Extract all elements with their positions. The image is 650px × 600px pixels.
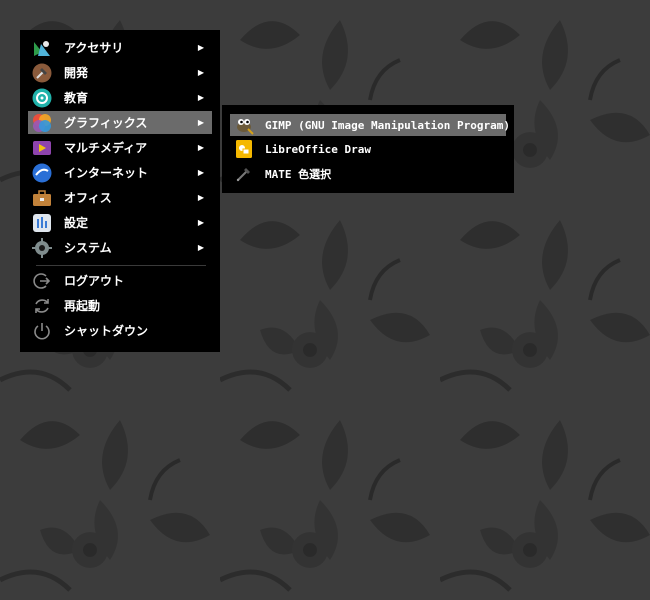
menu-item-label: シャットダウン	[64, 324, 149, 338]
menu-item-logout[interactable]: ログアウト	[28, 269, 212, 292]
graphics-submenu: GIMP (GNU Image Manipulation Program) Li…	[222, 105, 514, 193]
menu-item-label: オフィス	[64, 191, 112, 205]
menu-item-label: グラフィックス	[64, 116, 148, 130]
libreoffice-draw-icon	[234, 139, 254, 159]
submenu-arrow-icon: ▶	[197, 243, 205, 252]
submenu-item-label: MATE 色選択	[265, 168, 332, 181]
menu-item-internet[interactable]: インターネット ▶	[28, 161, 212, 184]
menu-item-label: アクセサリ	[64, 41, 124, 55]
applications-menu: アクセサリ ▶ 開発 ▶ 教育 ▶ グラフィックス ▶ マルチメディア ▶ イン	[20, 30, 220, 352]
menu-item-label: 開発	[64, 66, 89, 80]
office-icon	[32, 188, 52, 208]
menu-item-label: ログアウト	[64, 274, 125, 288]
submenu-arrow-icon: ▶	[197, 93, 205, 102]
submenu-item-gimp[interactable]: GIMP (GNU Image Manipulation Program)	[230, 114, 510, 136]
settings-icon	[32, 213, 52, 233]
menu-item-label: 教育	[64, 91, 89, 105]
development-icon	[32, 63, 52, 83]
submenu-item-libreoffice-draw[interactable]: LibreOffice Draw	[230, 138, 506, 160]
restart-icon	[32, 296, 52, 316]
submenu-arrow-icon: ▶	[197, 218, 205, 227]
color-picker-icon	[234, 164, 254, 184]
menu-item-restart[interactable]: 再起動	[28, 294, 212, 317]
system-icon	[32, 237, 52, 258]
submenu-arrow-icon: ▶	[197, 43, 205, 52]
submenu-arrow-icon: ▶	[197, 143, 205, 152]
submenu-item-color-picker[interactable]: MATE 色選択	[230, 163, 506, 185]
shutdown-icon	[32, 321, 52, 341]
graphics-icon	[32, 113, 52, 133]
internet-icon	[32, 163, 52, 183]
menu-item-label: 再起動	[64, 299, 101, 313]
menu-item-settings[interactable]: 設定 ▶	[28, 211, 212, 234]
submenu-item-label: LibreOffice Draw	[265, 142, 371, 156]
menu-item-shutdown[interactable]: シャットダウン	[28, 319, 212, 342]
menu-item-office[interactable]: オフィス ▶	[28, 186, 212, 209]
submenu-arrow-icon: ▶	[197, 68, 205, 77]
menu-item-multimedia[interactable]: マルチメディア ▶	[28, 136, 212, 159]
menu-item-label: システム	[64, 241, 112, 255]
gimp-icon	[234, 115, 254, 135]
menu-item-education[interactable]: 教育 ▶	[28, 86, 212, 109]
menu-item-label: 設定	[64, 216, 89, 230]
menu-item-system[interactable]: システム ▶	[28, 236, 212, 259]
submenu-item-label: GIMP (GNU Image Manipulation Program)	[265, 118, 511, 132]
menu-item-label: インターネット	[64, 166, 149, 180]
menu-item-graphics[interactable]: グラフィックス ▶	[28, 111, 212, 134]
logout-icon	[32, 271, 52, 291]
multimedia-icon	[32, 138, 52, 158]
education-icon	[32, 88, 52, 108]
menu-item-accessories[interactable]: アクセサリ ▶	[28, 36, 212, 59]
menu-item-label: マルチメディア	[64, 141, 148, 155]
submenu-arrow-icon: ▶	[197, 193, 205, 202]
accessories-icon	[32, 38, 52, 58]
menu-separator	[36, 265, 206, 266]
submenu-arrow-icon: ▶	[197, 118, 205, 127]
menu-item-development[interactable]: 開発 ▶	[28, 61, 212, 84]
submenu-arrow-icon: ▶	[197, 168, 205, 177]
